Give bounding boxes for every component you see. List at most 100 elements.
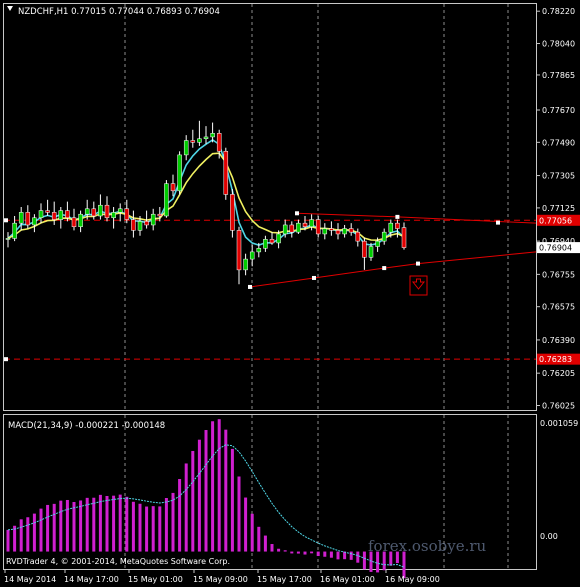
bull-candle	[296, 222, 301, 233]
bull-candle	[342, 228, 347, 235]
macd-bar	[158, 506, 162, 552]
price-marker-label: 0.77056	[539, 216, 572, 225]
macd-bar	[59, 500, 63, 552]
bear-candle	[157, 213, 163, 217]
macd-bar	[98, 494, 102, 552]
copyright-text: RVDTrader 4, © 2001-2014, MetaQuotes Sof…	[6, 557, 230, 566]
macd-bar	[283, 550, 287, 552]
trendline-anchor-point[interactable]	[312, 275, 316, 280]
macd-bar	[92, 497, 96, 552]
bear-candle	[124, 208, 130, 220]
bull-candle	[256, 248, 262, 253]
bull-candle	[210, 133, 215, 138]
macd-bar	[26, 517, 30, 552]
macd-bar	[151, 506, 155, 552]
macd-bar	[349, 551, 353, 560]
macd-bar	[85, 497, 89, 552]
bull-candle	[117, 208, 123, 213]
price-label: 0.77125	[542, 204, 575, 213]
macd-bar	[250, 513, 254, 552]
macd-bar	[197, 439, 201, 552]
macd-bar	[270, 544, 274, 552]
bull-candle	[243, 258, 248, 271]
macd-bar	[105, 495, 109, 552]
bull-candle	[98, 204, 103, 217]
bear-candle	[269, 239, 275, 244]
macd-bar	[290, 551, 294, 554]
macd-bar	[19, 519, 23, 552]
macd-bar	[244, 497, 248, 552]
bull-candle	[150, 213, 156, 226]
price-label: 0.77865	[542, 71, 575, 80]
time-label: 16 May 09:00	[385, 575, 440, 584]
bear-candle	[362, 240, 367, 258]
trendline-anchor-point[interactable]	[248, 284, 252, 289]
trendline-anchor-point[interactable]	[395, 214, 400, 219]
bull-candle	[177, 154, 182, 192]
bull-candle	[18, 212, 24, 224]
bull-candle	[388, 222, 394, 233]
macd-bar	[125, 496, 129, 552]
time-label: 14 May 2014	[4, 575, 56, 584]
macd-bar	[138, 503, 142, 552]
macd-bar	[112, 495, 116, 552]
bull-candle	[164, 183, 169, 217]
macd-bar	[184, 463, 188, 552]
time-label: 15 May 01:00	[128, 575, 183, 584]
bull-candle	[263, 239, 268, 249]
macd-bar	[224, 429, 228, 552]
macd-bar	[191, 450, 195, 552]
bull-candle	[84, 208, 90, 215]
macd-bar	[52, 503, 56, 552]
macd-bar	[39, 508, 43, 552]
macd-bar	[356, 551, 360, 563]
bear-candle	[236, 230, 242, 271]
bear-candle	[45, 210, 50, 213]
bear-candle	[216, 133, 222, 152]
bull-candle	[276, 233, 281, 244]
macd-bar	[131, 501, 135, 552]
bear-candle	[25, 212, 31, 226]
macd-bar	[32, 513, 36, 552]
bear-candle	[348, 228, 354, 233]
macd-bar	[310, 551, 314, 554]
bull-candle	[249, 251, 255, 260]
macd-title: MACD(21,34,9) -0.000221 -0.000148	[8, 421, 165, 431]
trendline-anchor-point[interactable]	[416, 261, 420, 266]
bear-candle	[104, 204, 110, 219]
macd-bar	[6, 529, 10, 552]
trading-chart[interactable]: 0.78220 0.78040 0.77865 0.77670 0.77490 0.773…	[0, 0, 580, 587]
macd-bar	[296, 551, 300, 554]
macd-bar	[164, 498, 168, 552]
bull-candle	[381, 231, 387, 242]
macd-bar	[118, 494, 122, 552]
bull-candle	[368, 246, 374, 258]
bull-candle	[203, 136, 209, 139]
watermark: forex.osobye.ru	[368, 537, 487, 555]
bear-candle	[315, 219, 321, 235]
bull-candle	[197, 138, 202, 143]
bear-candle	[302, 222, 308, 228]
time-label: 15 May 17:00	[257, 575, 312, 584]
bull-candle	[111, 212, 116, 219]
macd-bar	[46, 504, 50, 552]
trendline-anchor-point[interactable]	[295, 211, 299, 216]
bear-candle	[335, 230, 341, 235]
bear-candle	[395, 222, 400, 229]
macd-bar	[323, 551, 327, 557]
macd-bar	[237, 476, 241, 552]
bear-candle	[71, 217, 77, 228]
time-label: 15 May 09:00	[193, 575, 248, 584]
bear-candle	[190, 140, 196, 143]
macd-bar	[277, 548, 281, 552]
bear-candle	[329, 228, 334, 231]
macd-bar	[336, 551, 340, 560]
macd-bar	[217, 419, 221, 552]
bull-candle	[137, 221, 143, 231]
level-anchor-point[interactable]	[4, 357, 8, 362]
macd-axis-top: 0.001059	[540, 419, 578, 428]
level-anchor-point[interactable]	[4, 218, 8, 223]
price-label: 0.78040	[542, 40, 575, 49]
trendline-anchor-point[interactable]	[496, 220, 500, 225]
trendline-anchor-point[interactable]	[382, 266, 387, 271]
